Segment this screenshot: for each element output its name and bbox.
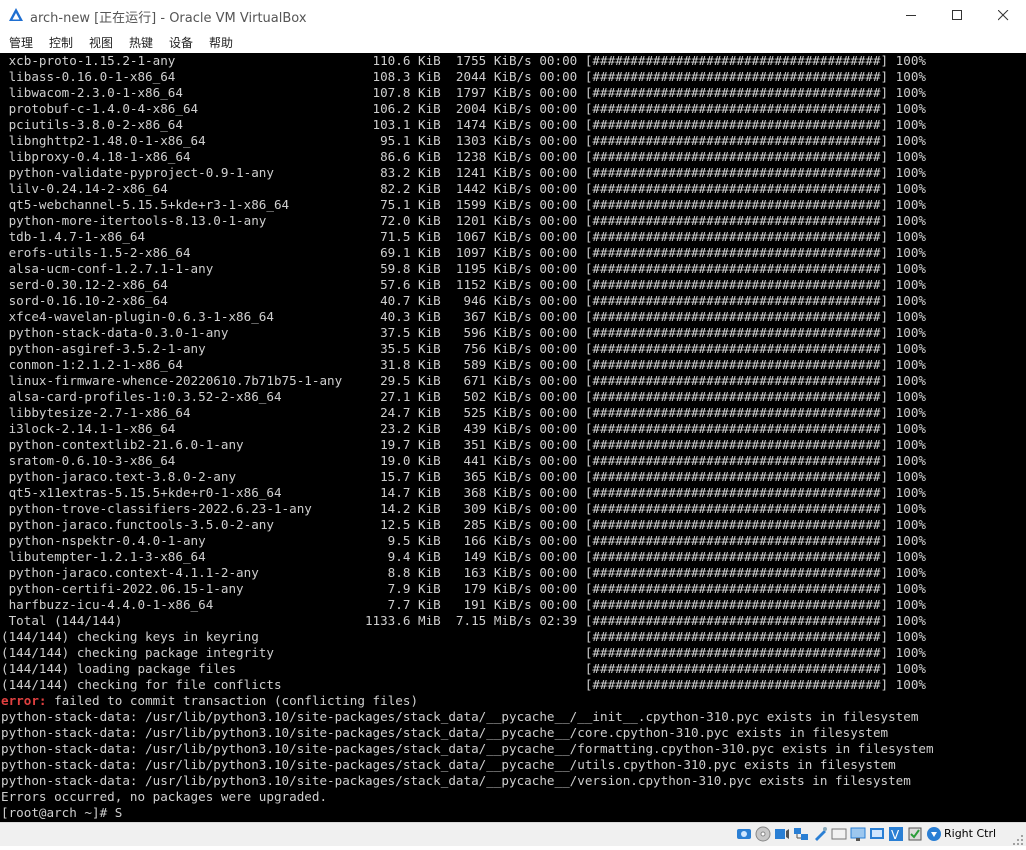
terminal-line: serd-0.30.12-2-x86_64 57.6 KiB 1152 KiB/… <box>1 277 927 292</box>
conflict-line: python-stack-data: /usr/lib/python3.10/s… <box>1 741 934 756</box>
terminal-line: qt5-webchannel-5.15.5+kde+r3-1-x86_64 75… <box>1 197 927 212</box>
terminal-line: lilv-0.24.14-2-x86_64 82.2 KiB 1442 KiB/… <box>1 181 927 196</box>
summary-line: Errors occurred, no packages were upgrad… <box>1 789 328 804</box>
terminal-line: python-trove-classifiers-2022.6.23-1-any… <box>1 501 927 516</box>
menu-devices[interactable]: 设备 <box>169 34 193 51</box>
conflict-line: python-stack-data: /usr/lib/python3.10/s… <box>1 709 919 724</box>
keyboard-icon[interactable] <box>926 826 942 842</box>
terminal-line: alsa-card-profiles-1:0.3.52-2-x86_64 27.… <box>1 389 927 404</box>
terminal-line: python-validate-pyproject-0.9-1-any 83.2… <box>1 165 927 180</box>
terminal-line: python-jaraco.text-3.8.0-2-any 15.7 KiB … <box>1 469 927 484</box>
network-icon[interactable] <box>793 826 809 842</box>
vm-console-screen[interactable]: xcb-proto-1.15.2-1-any 110.6 KiB 1755 Ki… <box>0 53 1026 822</box>
audio-icon[interactable] <box>774 826 790 842</box>
svg-text:V: V <box>891 828 900 842</box>
shell-prompt[interactable]: [root@arch ~]# S <box>1 805 122 821</box>
terminal-line: (144/144) checking keys in keyring [####… <box>1 629 927 644</box>
video-capture-icon[interactable] <box>869 826 885 842</box>
terminal-line: libproxy-0.4.18-1-x86_64 86.6 KiB 1238 K… <box>1 149 927 164</box>
window-titlebar[interactable]: arch-new [正在运行] - Oracle VM VirtualBox <box>0 0 1026 30</box>
conflict-line: python-stack-data: /usr/lib/python3.10/s… <box>1 725 889 740</box>
virtualbox-app-icon <box>8 7 24 23</box>
virtualization-icon[interactable]: V <box>888 826 904 842</box>
menu-control[interactable]: 控制 <box>49 34 73 51</box>
minimize-icon <box>906 15 916 16</box>
optical-drive-icon[interactable] <box>755 826 771 842</box>
terminal-line: erofs-utils-1.5-2-x86_64 69.1 KiB 1097 K… <box>1 245 927 260</box>
minimize-button[interactable] <box>888 0 934 30</box>
menu-hotkeys[interactable]: 热键 <box>129 34 153 51</box>
terminal-line: (144/144) checking package integrity [##… <box>1 645 927 660</box>
menu-view[interactable]: 视图 <box>89 34 113 51</box>
terminal-line: python-certifi-2022.06.15-1-any 7.9 KiB … <box>1 581 927 596</box>
terminal-line: libass-0.16.0-1-x86_64 108.3 KiB 2044 Ki… <box>1 69 927 84</box>
terminal-line: sord-0.16.10-2-x86_64 40.7 KiB 946 KiB/s… <box>1 293 927 308</box>
terminal-line: python-nspektr-0.4.0-1-any 9.5 KiB 166 K… <box>1 533 927 548</box>
terminal-line: libwacom-2.3.0-1-x86_64 107.8 KiB 1797 K… <box>1 85 927 100</box>
terminal-line: Total (144/144) 1133.6 MiB 7.15 MiB/s 02… <box>1 613 927 628</box>
terminal-line: python-jaraco.functools-3.5.0-2-any 12.5… <box>1 517 927 532</box>
terminal-line: alsa-ucm-conf-1.2.7.1-1-any 59.8 KiB 119… <box>1 261 927 276</box>
terminal-line: qt5-x11extras-5.15.5+kde+r0-1-x86_64 14.… <box>1 485 927 500</box>
error-label: error: <box>1 693 47 708</box>
terminal-line: libnghttp2-1.48.0-1-x86_64 95.1 KiB 1303… <box>1 133 927 148</box>
terminal-line: sratom-0.6.10-3-x86_64 19.0 KiB 441 KiB/… <box>1 453 927 468</box>
terminal-line: python-contextlib2-21.6.0-1-any 19.7 KiB… <box>1 437 927 452</box>
terminal-line: libbytesize-2.7-1-x86_64 24.7 KiB 525 Ki… <box>1 405 927 420</box>
shared-folders-icon[interactable] <box>831 826 847 842</box>
menu-bar: 管理 控制 视图 热键 设备 帮助 <box>0 30 1026 53</box>
close-button[interactable] <box>980 0 1026 30</box>
terminal-line: i3lock-2.14.1-1-x86_64 23.2 KiB 439 KiB/… <box>1 421 927 436</box>
terminal-line: python-asgiref-3.5.2-1-any 35.5 KiB 756 … <box>1 341 927 356</box>
close-icon <box>998 10 1009 21</box>
menu-help[interactable]: 帮助 <box>209 34 233 51</box>
terminal-line: libutempter-1.2.1-3-x86_64 9.4 KiB 149 K… <box>1 549 927 564</box>
terminal-line: conmon-1:2.1.2-1-x86_64 31.8 KiB 589 KiB… <box>1 357 927 372</box>
error-line: error: failed to commit transaction (con… <box>1 693 418 709</box>
vm-statusbar: V Right Ctrl <box>0 822 1026 846</box>
terminal-line: protobuf-c-1.4.0-4-x86_64 106.2 KiB 2004… <box>1 101 927 116</box>
menu-manage[interactable]: 管理 <box>9 34 33 51</box>
terminal-line: harfbuzz-icu-4.4.0-1-x86_64 7.7 KiB 191 … <box>1 597 927 612</box>
error-message: failed to commit transaction (conflictin… <box>46 693 419 708</box>
maximize-button[interactable] <box>934 0 980 30</box>
conflict-line: python-stack-data: /usr/lib/python3.10/s… <box>1 757 896 772</box>
terminal-line: pciutils-3.8.0-2-x86_64 103.1 KiB 1474 K… <box>1 117 927 132</box>
terminal-line: python-more-itertools-8.13.0-1-any 72.0 … <box>1 213 927 228</box>
terminal-line: python-jaraco.context-4.1.1-2-any 8.8 Ki… <box>1 565 927 580</box>
window-title: arch-new [正在运行] - Oracle VM VirtualBox <box>30 11 307 26</box>
maximize-icon <box>952 10 962 20</box>
terminal-line: xfce4-wavelan-plugin-0.6.3-1-x86_64 40.3… <box>1 309 927 324</box>
hard-disk-icon[interactable] <box>736 826 752 842</box>
terminal-line: tdb-1.4.7-1-x86_64 71.5 KiB 1067 KiB/s 0… <box>1 229 927 244</box>
terminal-line: python-stack-data-0.3.0-1-any 37.5 KiB 5… <box>1 325 927 340</box>
usb-icon[interactable] <box>812 826 828 842</box>
terminal-line: (144/144) loading package files [#######… <box>1 661 927 676</box>
terminal-line: xcb-proto-1.15.2-1-any 110.6 KiB 1755 Ki… <box>1 53 927 68</box>
cpu-icon[interactable] <box>907 826 923 842</box>
terminal-line: (144/144) checking for file conflicts [#… <box>1 677 927 692</box>
host-key-label: Right Ctrl <box>944 827 997 840</box>
display-icon[interactable] <box>850 826 866 842</box>
resize-grip-icon[interactable] <box>1012 831 1024 845</box>
terminal-line: linux-firmware-whence-20220610.7b71b75-1… <box>1 373 927 388</box>
conflict-line: python-stack-data: /usr/lib/python3.10/s… <box>1 773 911 788</box>
